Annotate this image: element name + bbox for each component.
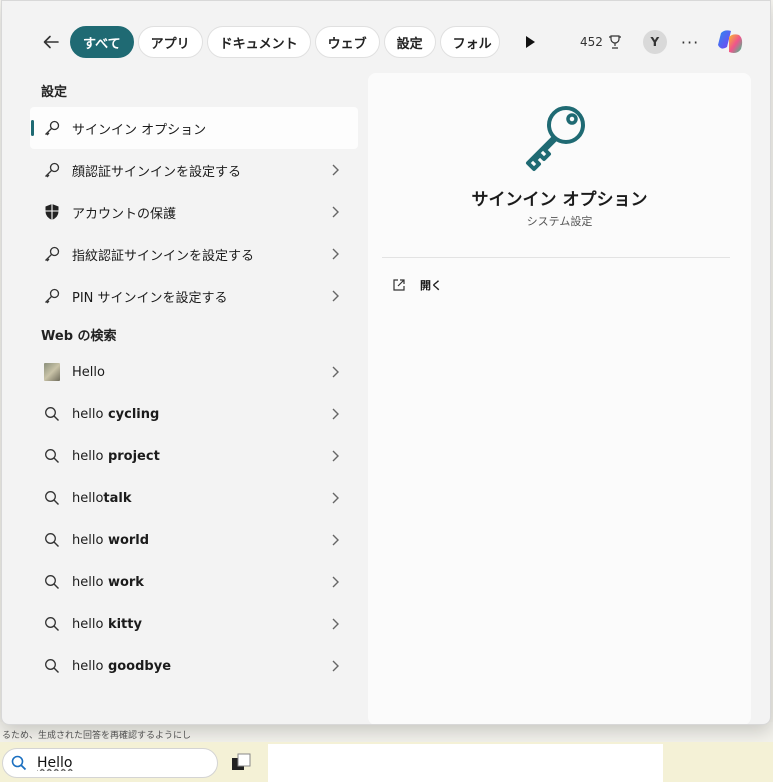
rewards-points[interactable]: 452	[580, 34, 623, 50]
result-label: hello world	[72, 532, 150, 548]
search-icon	[11, 755, 27, 771]
web-result-hello-work[interactable]: hello work	[30, 561, 358, 603]
open-external-icon	[393, 279, 405, 291]
result-fingerprint-signin[interactable]: 指紋認証サインインを設定する	[30, 233, 358, 275]
open-action[interactable]: 開く	[392, 277, 442, 293]
chevron-right-icon	[332, 492, 339, 504]
taskbar	[0, 742, 773, 782]
key-icon	[42, 160, 62, 180]
taskbar-search-box[interactable]	[2, 748, 218, 778]
key-icon	[42, 244, 62, 264]
key-icon	[42, 286, 62, 306]
search-icon	[42, 656, 62, 676]
more-options-button[interactable]: ···	[681, 33, 699, 52]
chevron-right-icon	[332, 450, 339, 462]
result-label: Hello	[72, 364, 105, 380]
avatar[interactable]: Y	[642, 30, 667, 54]
detail-subtitle: システム設定	[526, 215, 593, 228]
result-label: PIN サインインを設定する	[72, 290, 228, 306]
result-label: hellotalk	[72, 490, 132, 506]
result-label: アカウントの保護	[72, 206, 177, 222]
tab-apps[interactable]: アプリ	[137, 26, 203, 58]
tab-web[interactable]: ウェブ	[314, 26, 380, 58]
points-value: 452	[580, 35, 603, 49]
result-label: hello cycling	[72, 406, 160, 422]
chevron-right-icon	[332, 248, 339, 260]
task-view-icon[interactable]	[230, 752, 252, 774]
tab-folders[interactable]: フォル	[439, 26, 500, 58]
search-icon	[42, 614, 62, 634]
result-pin-signin[interactable]: PIN サインインを設定する	[30, 275, 358, 317]
chevron-right-icon	[332, 164, 339, 176]
filter-tabs: すべて アプリ ドキュメント ウェブ 設定 フォル	[70, 26, 510, 58]
web-result-hello-cycling[interactable]: hello cycling	[30, 393, 358, 435]
result-label: hello project	[72, 448, 160, 464]
chevron-right-icon	[332, 290, 339, 302]
tab-all[interactable]: すべて	[70, 26, 134, 58]
arrow-left-icon	[43, 35, 59, 49]
chevron-right-icon	[332, 576, 339, 588]
web-result-hello[interactable]: Hello	[30, 351, 358, 393]
divider	[382, 257, 730, 258]
search-input[interactable]	[37, 755, 197, 771]
detail-pane: サインイン オプション システム設定 開く	[368, 73, 751, 724]
settings-section-heading: 設定	[41, 84, 68, 100]
back-button[interactable]	[36, 27, 66, 57]
copilot-icon[interactable]	[715, 27, 745, 57]
results-list: 設定 サインイン オプション 顔認証サインインを設定する アカウントの保護 指紋…	[30, 73, 358, 687]
result-face-signin[interactable]: 顔認証サインインを設定する	[30, 149, 358, 191]
chevron-right-icon	[332, 618, 339, 630]
web-result-hellotalk[interactable]: hellotalk	[30, 477, 358, 519]
more-tabs-button[interactable]	[524, 33, 542, 51]
web-result-hello-kitty[interactable]: hello kitty	[30, 603, 358, 645]
play-icon	[526, 36, 535, 48]
tab-settings[interactable]: 設定	[383, 26, 436, 58]
chevron-right-icon	[332, 206, 339, 218]
search-icon	[42, 404, 62, 424]
key-icon	[526, 106, 585, 171]
web-result-hello-goodbye[interactable]: hello goodbye	[30, 645, 358, 687]
shield-icon	[42, 202, 62, 222]
key-icon	[42, 118, 62, 138]
search-flyout: すべて アプリ ドキュメント ウェブ 設定 フォル 452 Y ··· 設定 サ…	[1, 0, 771, 725]
tab-documents[interactable]: ドキュメント	[206, 26, 311, 58]
result-label: 顔認証サインインを設定する	[72, 164, 242, 180]
search-icon	[42, 530, 62, 550]
background-document-text: るため、生成された回答を再確認するようにし	[0, 722, 773, 744]
image-thumbnail	[42, 362, 62, 382]
web-section-heading: Web の検索	[41, 328, 117, 344]
result-signin-options[interactable]: サインイン オプション	[30, 107, 358, 149]
result-label: サインイン オプション	[72, 122, 207, 138]
result-label: 指紋認証サインインを設定する	[72, 248, 255, 264]
result-label: hello goodbye	[72, 658, 172, 674]
search-icon	[42, 572, 62, 592]
detail-title: サインイン オプション	[471, 190, 648, 210]
chevron-right-icon	[332, 366, 339, 378]
result-account-protection[interactable]: アカウントの保護	[30, 191, 358, 233]
result-label: hello kitty	[72, 616, 142, 632]
taskbar-app-area	[268, 744, 663, 782]
chevron-right-icon	[332, 408, 339, 420]
open-label: 開く	[420, 279, 442, 292]
result-label: hello work	[72, 574, 144, 590]
chevron-right-icon	[332, 534, 339, 546]
search-icon	[42, 446, 62, 466]
search-top-bar: すべて アプリ ドキュメント ウェブ 設定 フォル 452 Y ···	[2, 21, 770, 63]
search-icon	[42, 488, 62, 508]
web-result-hello-world[interactable]: hello world	[30, 519, 358, 561]
web-result-hello-project[interactable]: hello project	[30, 435, 358, 477]
chevron-right-icon	[332, 660, 339, 672]
trophy-icon	[608, 35, 621, 49]
